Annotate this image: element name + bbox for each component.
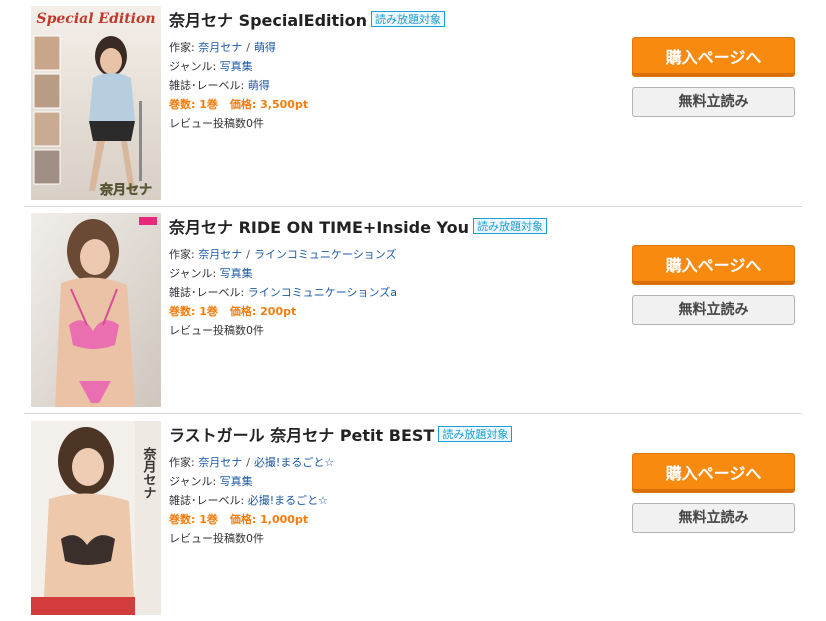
volumes-label: 巻数:	[169, 513, 196, 526]
product-meta: 作家: 奈月セナ / 必撮!まるごと☆ ジャンル: 写真集 雑誌･レーベル: 必撮!…	[169, 453, 334, 548]
cover-image[interactable]: 奈月セナ	[31, 421, 161, 615]
product-meta: 作家: 奈月セナ / ラインコミュニケーションズ ジャンル: 写真集 雑誌･レーベル…	[169, 245, 397, 340]
volumes-value: 1巻	[199, 98, 218, 111]
volumes-label: 巻数:	[169, 98, 196, 111]
genre-link[interactable]: 写真集	[220, 475, 253, 488]
author-label: 作家:	[169, 456, 195, 469]
product-item: 奈月セナ ラストガール 奈月セナ Petit BEST 読み放題対象 作家: 奈月…	[24, 415, 802, 621]
author-link[interactable]: 奈月セナ	[198, 456, 242, 469]
buy-page-button[interactable]: 購入ページへ	[632, 245, 795, 285]
genre-link[interactable]: 写真集	[220, 267, 253, 280]
product-title[interactable]: 奈月セナ RIDE ON TIME+Inside You	[169, 218, 469, 237]
label-label: 雑誌･レーベル:	[169, 494, 245, 507]
author-link[interactable]: ラインコミュニケーションズ	[254, 248, 397, 261]
genre-label: ジャンル:	[169, 60, 217, 73]
price-label: 価格:	[229, 305, 257, 318]
author-label: 作家:	[169, 248, 195, 261]
unlimited-badge: 読み放題対象	[438, 426, 513, 442]
buy-page-button[interactable]: 購入ページへ	[632, 37, 795, 77]
label-label: 雑誌･レーベル:	[169, 79, 245, 92]
author-separator: /	[246, 41, 250, 54]
volumes-value: 1巻	[199, 513, 218, 526]
price-value: 1,000pt	[260, 513, 309, 526]
review-count: レビュー投稿数0件	[169, 324, 264, 337]
unlimited-badge: 読み放題対象	[371, 11, 446, 27]
unlimited-badge: 読み放題対象	[473, 218, 548, 234]
author-link[interactable]: 奈月セナ	[198, 41, 242, 54]
volumes-value: 1巻	[199, 305, 218, 318]
free-read-button[interactable]: 無料立読み	[632, 87, 795, 117]
buy-page-button[interactable]: 購入ページへ	[632, 453, 795, 493]
price-value: 200pt	[260, 305, 297, 318]
cover-name-text: 奈月セナ	[99, 182, 152, 198]
author-label: 作家:	[169, 41, 195, 54]
volumes-label: 巻数:	[169, 305, 196, 318]
product-item: Special Edition 奈月セナ 奈月セナ SpecialEdition…	[24, 0, 802, 207]
label-label: 雑誌･レーベル:	[169, 286, 245, 299]
author-link[interactable]: 萌得	[254, 41, 276, 54]
author-separator: /	[246, 248, 250, 261]
product-title[interactable]: 奈月セナ SpecialEdition	[169, 11, 367, 30]
price-label: 価格:	[229, 513, 257, 526]
genre-label: ジャンル:	[169, 267, 217, 280]
product-meta: 作家: 奈月セナ / 萌得 ジャンル: 写真集 雑誌･レーベル: 萌得 巻数: 1巻…	[169, 38, 308, 133]
cover-title-text: Special Edition	[37, 11, 156, 27]
product-item: 奈月セナ RIDE ON TIME+Inside You 読み放題対象 作家: 奈…	[24, 207, 802, 414]
review-count: レビュー投稿数0件	[169, 532, 264, 545]
author-link[interactable]: 必撮!まるごと☆	[254, 456, 334, 469]
author-separator: /	[246, 456, 250, 469]
genre-link[interactable]: 写真集	[220, 60, 253, 73]
price-label: 価格:	[229, 98, 257, 111]
label-link[interactable]: 萌得	[248, 79, 270, 92]
free-read-button[interactable]: 無料立読み	[632, 503, 795, 533]
label-link[interactable]: 必撮!まるごと☆	[248, 494, 328, 507]
title-row: ラストガール 奈月セナ Petit BEST 読み放題対象	[169, 422, 513, 445]
cover-vertical-name: 奈月セナ	[141, 446, 158, 499]
cover-image[interactable]: Special Edition 奈月セナ	[31, 6, 161, 200]
genre-label: ジャンル:	[169, 475, 217, 488]
price-value: 3,500pt	[260, 98, 309, 111]
review-count: レビュー投稿数0件	[169, 117, 264, 130]
free-read-button[interactable]: 無料立読み	[632, 295, 795, 325]
author-link[interactable]: 奈月セナ	[198, 248, 242, 261]
cover-image[interactable]	[31, 213, 161, 407]
title-row: 奈月セナ RIDE ON TIME+Inside You 読み放題対象	[169, 214, 548, 237]
title-row: 奈月セナ SpecialEdition 読み放題対象	[169, 7, 446, 30]
label-link[interactable]: ラインコミュニケーションズa	[248, 286, 397, 299]
product-title[interactable]: ラストガール 奈月セナ Petit BEST	[169, 426, 434, 445]
